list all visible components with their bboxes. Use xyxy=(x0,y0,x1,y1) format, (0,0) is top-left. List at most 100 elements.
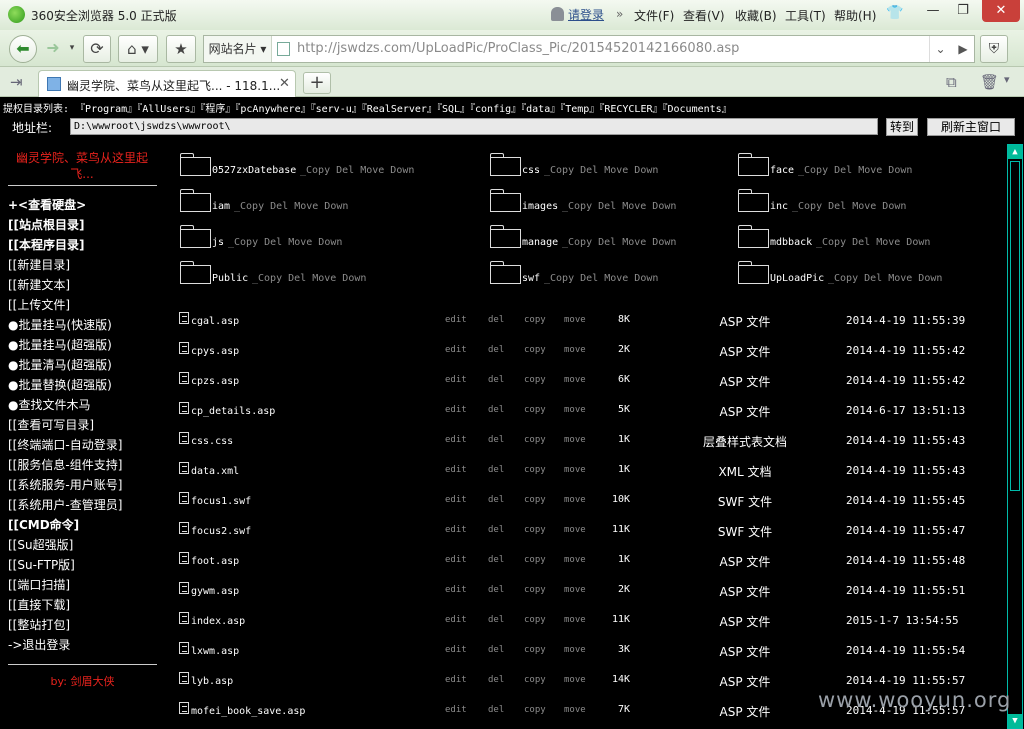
file-action-copy[interactable]: copy xyxy=(524,615,546,625)
file-name[interactable]: data.xml xyxy=(191,466,239,477)
sidebar-menu-item[interactable]: [[Su-FTP版] xyxy=(8,556,75,573)
file-action-move[interactable]: move xyxy=(564,375,586,385)
file-action-copy[interactable]: copy xyxy=(524,645,546,655)
file-name[interactable]: cgal.asp xyxy=(191,316,239,327)
folder-name[interactable]: css xyxy=(522,165,540,176)
sidebar-menu-item[interactable]: ●批量清马(超强版) xyxy=(8,356,112,373)
file-action-move[interactable]: move xyxy=(564,645,586,655)
file-action-copy[interactable]: copy xyxy=(524,495,546,505)
folder-actions[interactable]: _Copy Del Move Down xyxy=(828,273,942,284)
trash-icon[interactable]: 🗑 xyxy=(980,73,999,91)
folder-actions[interactable]: _Copy Del Move Down xyxy=(816,237,930,248)
skin-shirt-icon[interactable]: 👕 xyxy=(886,5,903,21)
sidebar-menu-item[interactable]: [[终端端口-自动登录] xyxy=(8,436,122,453)
privileged-dir-link[interactable]: 『RealServer』 xyxy=(362,104,437,115)
file-action-move[interactable]: move xyxy=(564,405,586,415)
security-shield-icon[interactable]: ⛨ xyxy=(980,35,1008,63)
menu-view[interactable]: 查看(V) xyxy=(683,7,725,24)
file-action-move[interactable]: move xyxy=(564,585,586,595)
file-action-copy[interactable]: copy xyxy=(524,555,546,565)
sidebar-menu-item[interactable]: [[新建文本] xyxy=(8,276,70,293)
file-action-move[interactable]: move xyxy=(564,435,586,445)
sidebar-menu-item[interactable]: [[系统服务-用户账号] xyxy=(8,476,122,493)
url-input[interactable]: http://jswdzs.com/UpLoadPic/ProClass_Pic… xyxy=(297,41,739,56)
file-action-edit[interactable]: edit xyxy=(445,495,467,505)
file-action-del[interactable]: del xyxy=(488,405,504,415)
file-name[interactable]: mofei_book_save.asp xyxy=(191,706,305,717)
file-name[interactable]: css.css xyxy=(191,436,233,447)
folder-actions[interactable]: _Copy Del Move Down xyxy=(792,201,906,212)
refresh-main-button[interactable]: 刷新主窗口 xyxy=(927,118,1015,136)
file-action-del[interactable]: del xyxy=(488,315,504,325)
file-action-copy[interactable]: copy xyxy=(524,675,546,685)
menu-file[interactable]: 文件(F) xyxy=(634,7,674,24)
file-action-del[interactable]: del xyxy=(488,705,504,715)
refresh-icon[interactable]: ⟳ xyxy=(83,35,111,63)
sidebar-menu-item[interactable]: [[站点根目录] xyxy=(8,216,84,233)
sidebar-menu-item[interactable]: ●查找文件木马 xyxy=(8,396,90,413)
sidebar-menu-item[interactable]: [[CMD命令] xyxy=(8,516,79,533)
folder-actions[interactable]: _Copy Del Move Down xyxy=(798,165,912,176)
folder-actions[interactable]: _Copy Del Move Down xyxy=(234,201,348,212)
file-action-move[interactable]: move xyxy=(564,495,586,505)
folder-actions[interactable]: _Copy Del Move Down xyxy=(252,273,366,284)
folder-actions[interactable]: _Copy Del Move Down xyxy=(562,237,676,248)
file-action-edit[interactable]: edit xyxy=(445,675,467,685)
file-action-del[interactable]: del xyxy=(488,495,504,505)
sidebar-menu-item[interactable]: ●批量替换(超强版) xyxy=(8,376,112,393)
privileged-dir-link[interactable]: 『程序』 xyxy=(200,104,235,115)
bookmark-star-icon[interactable]: ★ xyxy=(166,35,196,63)
tab-close-icon[interactable]: ✕ xyxy=(279,76,290,91)
maximize-button[interactable]: ❐ xyxy=(948,0,978,22)
back-icon[interactable]: ⬅ xyxy=(9,35,37,63)
folder-actions[interactable]: _Copy Del Move Down xyxy=(544,273,658,284)
privileged-dir-link[interactable]: 『serv-u』 xyxy=(311,104,362,115)
file-name[interactable]: cp_details.asp xyxy=(191,406,275,417)
file-action-del[interactable]: del xyxy=(488,465,504,475)
sidebar-menu-item[interactable]: [[上传文件] xyxy=(8,296,70,313)
forward-icon[interactable]: ➜ xyxy=(40,35,66,63)
file-action-move[interactable]: move xyxy=(564,555,586,565)
file-action-edit[interactable]: edit xyxy=(445,375,467,385)
sidebar-menu-item[interactable]: ->退出登录 xyxy=(8,636,70,653)
scroll-down-icon[interactable]: ▼ xyxy=(1008,714,1022,728)
vertical-scrollbar[interactable]: ▲ ▼ xyxy=(1007,144,1023,729)
folder-actions[interactable]: _Copy Del Move Down xyxy=(228,237,342,248)
file-action-copy[interactable]: copy xyxy=(524,585,546,595)
file-action-move[interactable]: move xyxy=(564,705,586,715)
sidebar-menu-item[interactable]: [[查看可写目录] xyxy=(8,416,94,433)
privileged-dir-link[interactable]: 『Temp』 xyxy=(560,104,599,115)
restore-windows-icon[interactable]: ⧉ xyxy=(946,73,957,91)
folder-actions[interactable]: _Copy Del Move Down xyxy=(562,201,676,212)
sidebar-menu-item[interactable]: [[服务信息-组件支持] xyxy=(8,456,122,473)
file-action-move[interactable]: move xyxy=(564,465,586,475)
file-action-edit[interactable]: edit xyxy=(445,705,467,715)
folder-name[interactable]: images xyxy=(522,201,558,212)
folder-name[interactable]: 0527zxDatebase xyxy=(212,165,296,176)
file-action-copy[interactable]: copy xyxy=(524,345,546,355)
scroll-up-icon[interactable]: ▲ xyxy=(1008,145,1022,159)
scroll-thumb[interactable] xyxy=(1010,161,1020,491)
file-name[interactable]: index.asp xyxy=(191,616,245,627)
file-name[interactable]: focus2.swf xyxy=(191,526,251,537)
privileged-dir-link[interactable]: 『RECYCLER』 xyxy=(599,104,662,115)
privileged-dir-link[interactable]: 『Documents』 xyxy=(663,104,732,115)
minimize-button[interactable]: — xyxy=(918,0,948,22)
path-input[interactable]: D:\wwwroot\jswdzs\wwwroot\ xyxy=(70,118,878,135)
file-action-move[interactable]: move xyxy=(564,345,586,355)
file-action-del[interactable]: del xyxy=(488,675,504,685)
file-action-del[interactable]: del xyxy=(488,375,504,385)
file-name[interactable]: cpys.asp xyxy=(191,346,239,357)
file-action-move[interactable]: move xyxy=(564,615,586,625)
file-action-edit[interactable]: edit xyxy=(445,315,467,325)
go-arrow-icon[interactable]: ▶ xyxy=(952,36,974,62)
privileged-dir-link[interactable]: 『pcAnywhere』 xyxy=(235,104,310,115)
tab-active[interactable]: 幽灵学院、菜鸟从这里起飞... - 118.1... ✕ xyxy=(38,70,296,97)
folder-name[interactable]: inc xyxy=(770,201,788,212)
file-name[interactable]: lyb.asp xyxy=(191,676,233,687)
login-link[interactable]: 请登录 xyxy=(551,6,604,23)
sidebar-menu-item[interactable]: [[新建目录] xyxy=(8,256,70,273)
folder-name[interactable]: manage xyxy=(522,237,558,248)
file-name[interactable]: foot.asp xyxy=(191,556,239,567)
forward-dropdown-icon[interactable]: ▾ xyxy=(66,35,78,63)
